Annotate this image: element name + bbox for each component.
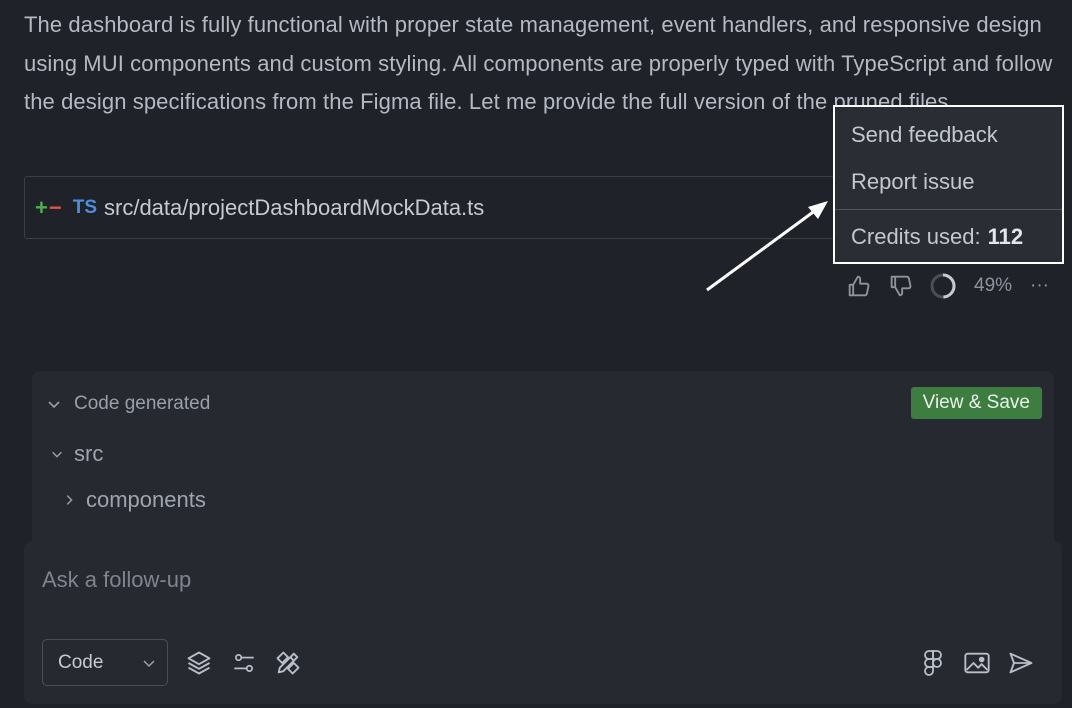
tree-item-label: components xyxy=(86,487,206,512)
file-path: src/data/projectDashboardMockData.ts xyxy=(104,194,485,220)
report-issue-item[interactable]: Report issue xyxy=(835,158,1062,205)
typescript-badge: TS xyxy=(72,196,97,218)
chevron-right-icon xyxy=(62,493,76,507)
send-icon[interactable] xyxy=(1005,647,1037,679)
layers-icon[interactable] xyxy=(183,647,215,679)
follow-up-input[interactable]: Ask a follow-up xyxy=(42,567,191,593)
tree-item-components[interactable]: components xyxy=(62,487,206,513)
composer: Ask a follow-up Code xyxy=(24,541,1062,704)
tree-item-label: src xyxy=(74,441,104,466)
sliders-icon[interactable] xyxy=(228,647,260,679)
credits-label: Credits used: xyxy=(851,224,981,249)
image-icon[interactable] xyxy=(961,647,993,679)
progress-ring-icon xyxy=(929,272,957,300)
send-feedback-item[interactable]: Send feedback xyxy=(835,111,1062,158)
diff-icon: +− xyxy=(35,195,63,221)
mode-select[interactable]: Code xyxy=(42,639,168,686)
chevron-down-icon xyxy=(46,396,62,412)
view-save-button[interactable]: View & Save xyxy=(910,387,1042,419)
code-generated-header[interactable]: Code generated xyxy=(46,389,210,419)
annotation-arrow xyxy=(706,201,828,292)
chevron-down-icon xyxy=(50,447,64,461)
figma-icon[interactable] xyxy=(917,647,949,679)
thumbs-up-icon[interactable] xyxy=(845,272,873,300)
progress-percent: 49% xyxy=(974,275,1013,296)
more-options-icon[interactable]: ··· xyxy=(1030,275,1049,297)
credits-used: Credits used: 112 xyxy=(835,210,1062,264)
chevron-down-icon xyxy=(141,655,157,671)
design-tools-icon[interactable] xyxy=(272,647,304,679)
feedback-menu: Send feedback Report issue Credits used:… xyxy=(833,105,1064,264)
diff-plus: + xyxy=(35,194,49,220)
code-generated-panel: Code generated View & Save src component… xyxy=(32,371,1054,551)
code-generated-title: Code generated xyxy=(74,393,211,414)
message-actions: 49% ··· xyxy=(845,270,1049,302)
tree-item-src[interactable]: src xyxy=(50,441,103,467)
thumbs-down-icon[interactable] xyxy=(887,272,915,300)
diff-minus: − xyxy=(48,194,63,220)
credits-value: 112 xyxy=(987,224,1024,249)
mode-select-value: Code xyxy=(58,651,104,673)
